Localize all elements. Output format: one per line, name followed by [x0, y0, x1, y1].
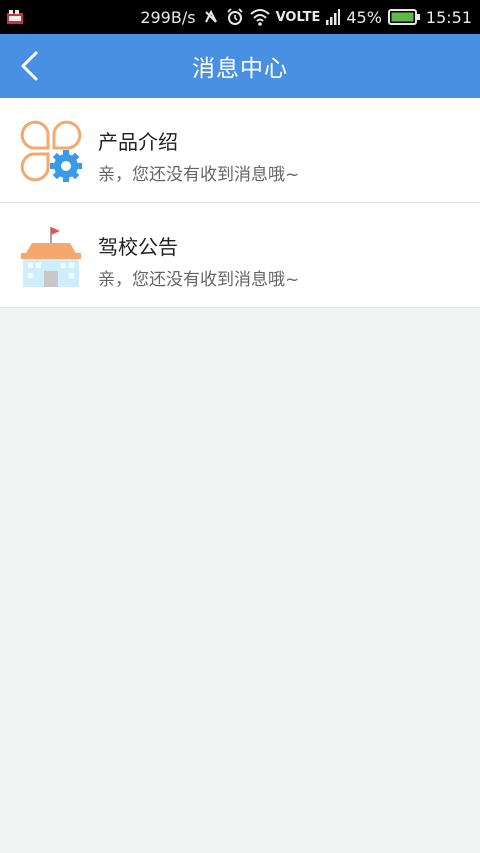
item-subtitle: 亲，您还没有收到消息哦~	[98, 270, 300, 290]
alarm-icon	[226, 8, 243, 25]
page-title: 消息中心	[192, 56, 288, 82]
data-sync-icon	[204, 9, 217, 23]
status-bar: 299B/s VOLTE 45% 15:51	[0, 0, 480, 34]
battery-icon	[387, 9, 420, 25]
item-title: 产品介绍	[98, 130, 178, 154]
item-title: 驾校公告	[98, 235, 178, 259]
battery-percent: 45%	[346, 7, 382, 27]
network-speed: 299B/s	[140, 7, 196, 27]
list-item-school-notice[interactable]: 驾校公告 亲，您还没有收到消息哦~	[0, 203, 480, 308]
network-type: VOLTE	[275, 9, 321, 25]
school-notice-icon	[21, 227, 81, 287]
back-button[interactable]	[14, 50, 44, 82]
app-notification-icon	[7, 10, 23, 24]
message-list: 产品介绍 亲，您还没有收到消息哦~ 驾校公告 亲，您还没有收到消息哦~	[0, 98, 480, 308]
clock: 15:51	[425, 7, 472, 27]
chevron-left-icon	[21, 51, 38, 81]
product-intro-icon	[20, 120, 82, 182]
item-subtitle: 亲，您还没有收到消息哦~	[98, 165, 300, 185]
header-bar: 消息中心	[0, 34, 480, 98]
wifi-icon	[249, 9, 270, 26]
list-item-product-intro[interactable]: 产品介绍 亲，您还没有收到消息哦~	[0, 98, 480, 203]
signal-icon	[326, 9, 341, 25]
